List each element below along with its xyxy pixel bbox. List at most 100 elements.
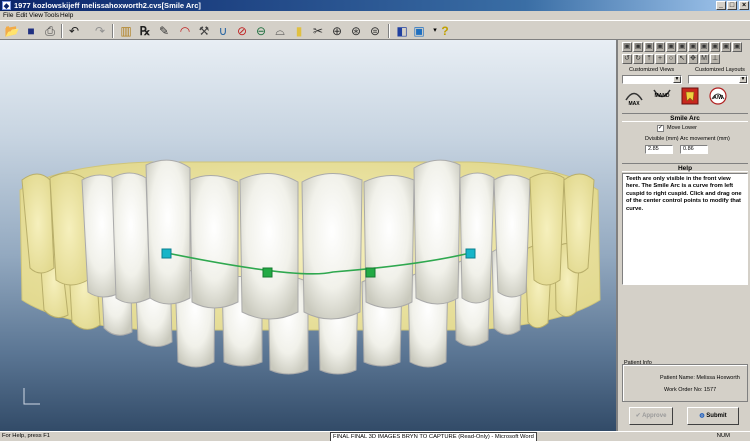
zoom-in-icon[interactable]: + bbox=[655, 54, 665, 64]
attachment-icon[interactable]: ⊕ bbox=[329, 23, 345, 39]
view-front-icon[interactable]: ▣ bbox=[644, 42, 654, 52]
maxillary-button[interactable]: MAX bbox=[623, 85, 645, 107]
max-label: MAX bbox=[628, 101, 640, 107]
arch-wire-icon[interactable]: ∪ bbox=[215, 23, 231, 39]
app-icon: ◆ bbox=[2, 1, 11, 10]
rotate-up-icon[interactable]: ⤒ bbox=[644, 54, 654, 64]
view-lower-icon[interactable]: ▣ bbox=[721, 42, 731, 52]
globe-icon: ◍ bbox=[699, 413, 705, 419]
check-icon: ✔ bbox=[635, 413, 641, 419]
lips-icon[interactable]: ◠ bbox=[177, 23, 193, 39]
view-iso-icon[interactable]: ▣ bbox=[688, 42, 698, 52]
main-toolbar: 📂 ■ ⎙ ↶ ↷ ▥ ℞ ✎ ◠ ⚒ ∪ ⊘ ⊖ ⌓ ▮ ✂ ⊕ ⊛ ⊜ ◧ … bbox=[0, 20, 750, 40]
view-both-icon[interactable]: ▣ bbox=[732, 42, 742, 52]
submit-label: Submit bbox=[706, 413, 727, 419]
tooth-wand-icon[interactable]: ⚒ bbox=[196, 23, 212, 39]
arc-movement-field[interactable]: 0.86 bbox=[680, 145, 708, 154]
print-icon[interactable]: ⎙ bbox=[42, 23, 58, 39]
pan-icon[interactable]: ✥ bbox=[688, 54, 698, 64]
left-cuspid-handle[interactable] bbox=[161, 248, 172, 259]
edit-icon[interactable]: ✎ bbox=[156, 23, 172, 39]
toolbar-separator bbox=[61, 24, 63, 38]
submit-button[interactable]: ◍ Submit bbox=[687, 407, 739, 425]
menu-edit[interactable]: Edit bbox=[16, 12, 27, 19]
menu-help[interactable]: Help bbox=[60, 12, 73, 19]
help-heading: Help bbox=[622, 163, 748, 172]
pointer-icon[interactable]: ↖ bbox=[677, 54, 687, 64]
view-left-icon[interactable]: ▣ bbox=[666, 42, 676, 52]
arc-movement-label: Arc movement (mm) bbox=[680, 136, 730, 142]
image-icon[interactable]: ▣ bbox=[411, 23, 427, 39]
customized-layouts-select[interactable]: ▼ bbox=[688, 75, 748, 84]
rotate-left-icon[interactable]: ↺ bbox=[622, 54, 632, 64]
approve-button[interactable]: ✔ Approve bbox=[629, 407, 673, 425]
smile-arc-heading: Smile Arc bbox=[622, 113, 748, 122]
help-text: Teeth are only visible in the front view… bbox=[622, 173, 748, 285]
patient-info-box bbox=[622, 364, 748, 402]
right-cuspid-handle[interactable] bbox=[465, 248, 476, 259]
num-lock-indicator: NUM bbox=[716, 433, 730, 439]
view-bottom-icon[interactable]: ▣ bbox=[633, 42, 643, 52]
crossed-icon[interactable]: ✂ bbox=[310, 23, 326, 39]
menu-file[interactable]: File bbox=[3, 12, 13, 19]
side-panel: ▣ ▣ ▣ ▣ ▣ ▣ ▣ ▣ ▣ ▣ ▣ ↺ ↻ ⤒ + ○ ↖ ✥ M ⊥ … bbox=[620, 40, 750, 431]
menu-view[interactable]: View bbox=[29, 12, 43, 19]
view-top-icon[interactable]: ▣ bbox=[622, 42, 632, 52]
taskbar-word-document[interactable]: FINAL FINAL 3D IMAGES BRYN TO CAPTURE (R… bbox=[330, 432, 537, 441]
window-title: 1977 kozlowskijeff melissahoxworth2.cvs[… bbox=[14, 1, 201, 10]
split-view-icon[interactable]: ◧ bbox=[394, 23, 410, 39]
move-lower-label: Move Lower bbox=[667, 125, 697, 131]
menu-bar: File Edit View Tools Help bbox=[0, 11, 750, 20]
prescription-icon[interactable]: ℞ bbox=[137, 23, 153, 39]
axis-indicator bbox=[23, 388, 40, 405]
move-lower-checkbox[interactable]: ✓ bbox=[657, 125, 664, 132]
customized-layouts-label: Customized Layouts bbox=[695, 67, 745, 73]
title-bar: ◆ 1977 kozlowskijeff melissahoxworth2.cv… bbox=[0, 0, 750, 11]
rotate-right-icon[interactable]: ↻ bbox=[633, 54, 643, 64]
ipr-icon[interactable]: ⊜ bbox=[367, 23, 383, 39]
upper-arch-icon[interactable]: ⌓ bbox=[272, 23, 288, 39]
minimize-button[interactable]: _ bbox=[716, 1, 726, 10]
zoom-out-icon[interactable]: ○ bbox=[666, 54, 676, 64]
toolbar-separator bbox=[388, 24, 390, 38]
dvisible-field[interactable]: 2.85 bbox=[645, 145, 673, 154]
customized-views-select[interactable]: ▼ bbox=[622, 75, 682, 84]
tooth-model-button[interactable] bbox=[679, 85, 701, 107]
mandibular-button[interactable]: MAND bbox=[651, 85, 673, 107]
aw-button[interactable]: A/W bbox=[707, 85, 729, 107]
menu-tools[interactable]: Tools bbox=[44, 12, 59, 19]
book-icon[interactable]: ▥ bbox=[118, 23, 134, 39]
view-back-icon[interactable]: ▣ bbox=[655, 42, 665, 52]
chevron-down-icon: ▼ bbox=[739, 76, 747, 83]
view-upper-icon[interactable]: ▣ bbox=[710, 42, 720, 52]
tooth-icon[interactable]: ▮ bbox=[291, 23, 307, 39]
redo-icon[interactable]: ↷ bbox=[92, 23, 108, 39]
dental-model[interactable] bbox=[0, 40, 618, 431]
view-occlusal-icon[interactable]: ▣ bbox=[699, 42, 709, 52]
center-right-handle[interactable] bbox=[365, 267, 376, 278]
work-order-number: Work Order No: 1577 bbox=[664, 387, 717, 393]
dvisible-label: Dvisible (mm) bbox=[645, 136, 679, 142]
ruler-icon[interactable]: ⊛ bbox=[348, 23, 364, 39]
mark-icon[interactable]: M bbox=[699, 54, 709, 64]
help-icon[interactable]: ? bbox=[437, 23, 453, 39]
undo-icon[interactable]: ↶ bbox=[66, 23, 82, 39]
mand-label: MAND bbox=[655, 93, 670, 99]
close-button[interactable]: × bbox=[739, 1, 749, 10]
measure-icon[interactable]: ⊥ bbox=[710, 54, 720, 64]
upper-teeth[interactable] bbox=[21, 159, 595, 320]
rotate-icon[interactable]: ⊘ bbox=[234, 23, 250, 39]
status-help-text: For Help, press F1 bbox=[2, 433, 50, 439]
center-left-handle[interactable] bbox=[262, 267, 273, 278]
toolbar-separator bbox=[112, 24, 114, 38]
maxillary-arch-icon: MAX bbox=[625, 92, 643, 107]
maximize-button[interactable]: □ bbox=[727, 1, 737, 10]
aw-label: A/W bbox=[713, 95, 723, 101]
save-icon[interactable]: ■ bbox=[23, 23, 39, 39]
view-right-icon[interactable]: ▣ bbox=[677, 42, 687, 52]
open-icon[interactable]: 📂 bbox=[4, 23, 20, 39]
3d-viewport[interactable] bbox=[0, 40, 618, 431]
mandibular-arch-icon: MAND bbox=[653, 89, 671, 99]
occlusion-icon[interactable]: ⊖ bbox=[253, 23, 269, 39]
customized-views-label: Customized Views bbox=[629, 67, 675, 73]
